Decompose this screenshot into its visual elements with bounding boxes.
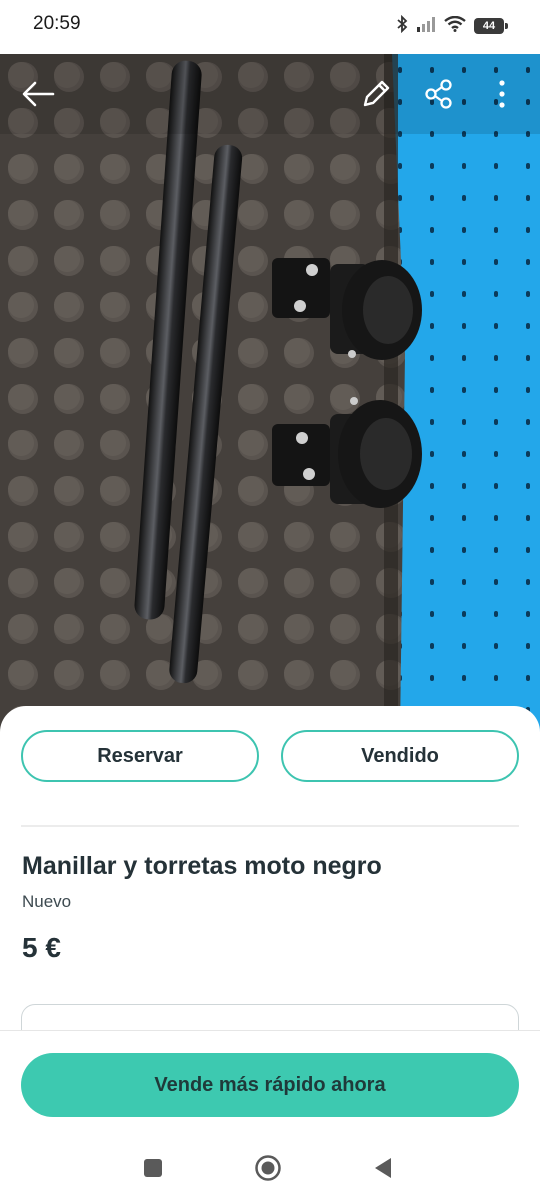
reserve-button[interactable]: Reservar bbox=[21, 730, 259, 782]
more-vertical-icon bbox=[498, 79, 506, 114]
back-arrow-icon bbox=[21, 81, 55, 112]
product-price: 5 € bbox=[22, 932, 61, 963]
bottom-action-bar: Vende más rápido ahora bbox=[0, 1030, 540, 1140]
product-title: Manillar y torretas moto negro bbox=[22, 852, 382, 880]
wifi-icon bbox=[444, 15, 466, 37]
signal-icon bbox=[416, 16, 436, 37]
divider bbox=[21, 825, 519, 827]
home-button[interactable] bbox=[252, 1154, 284, 1186]
edit-button[interactable] bbox=[354, 74, 398, 118]
battery-level: 44 bbox=[482, 20, 496, 32]
recents-button[interactable] bbox=[137, 1154, 169, 1186]
system-back-button[interactable] bbox=[367, 1154, 399, 1186]
product-image[interactable] bbox=[0, 54, 540, 734]
product-condition: Nuevo bbox=[22, 892, 72, 911]
product-photo bbox=[0, 54, 540, 734]
status-time: 20:59 bbox=[33, 13, 81, 34]
action-buttons: Reservar Vendido bbox=[21, 730, 519, 782]
home-circle-icon bbox=[254, 1154, 282, 1187]
status-icons: 44 bbox=[396, 14, 508, 38]
bluetooth-icon bbox=[396, 14, 408, 38]
share-icon bbox=[424, 78, 454, 114]
recents-square-icon bbox=[143, 1158, 163, 1183]
product-details-sheet: Reservar Vendido Manillar y torretas mot… bbox=[0, 706, 540, 1030]
share-button[interactable] bbox=[417, 74, 461, 118]
edit-pencil-icon bbox=[360, 78, 392, 115]
sell-faster-button[interactable]: Vende más rápido ahora bbox=[21, 1053, 519, 1117]
back-triangle-icon bbox=[373, 1157, 393, 1184]
more-options-button[interactable] bbox=[480, 74, 524, 118]
next-section-card[interactable] bbox=[21, 1004, 519, 1030]
back-button[interactable] bbox=[16, 74, 60, 118]
system-navigation-bar bbox=[0, 1140, 540, 1200]
mark-sold-button[interactable]: Vendido bbox=[281, 730, 519, 782]
battery-icon: 44 bbox=[474, 18, 508, 34]
status-bar: 20:59 44 bbox=[0, 0, 540, 54]
